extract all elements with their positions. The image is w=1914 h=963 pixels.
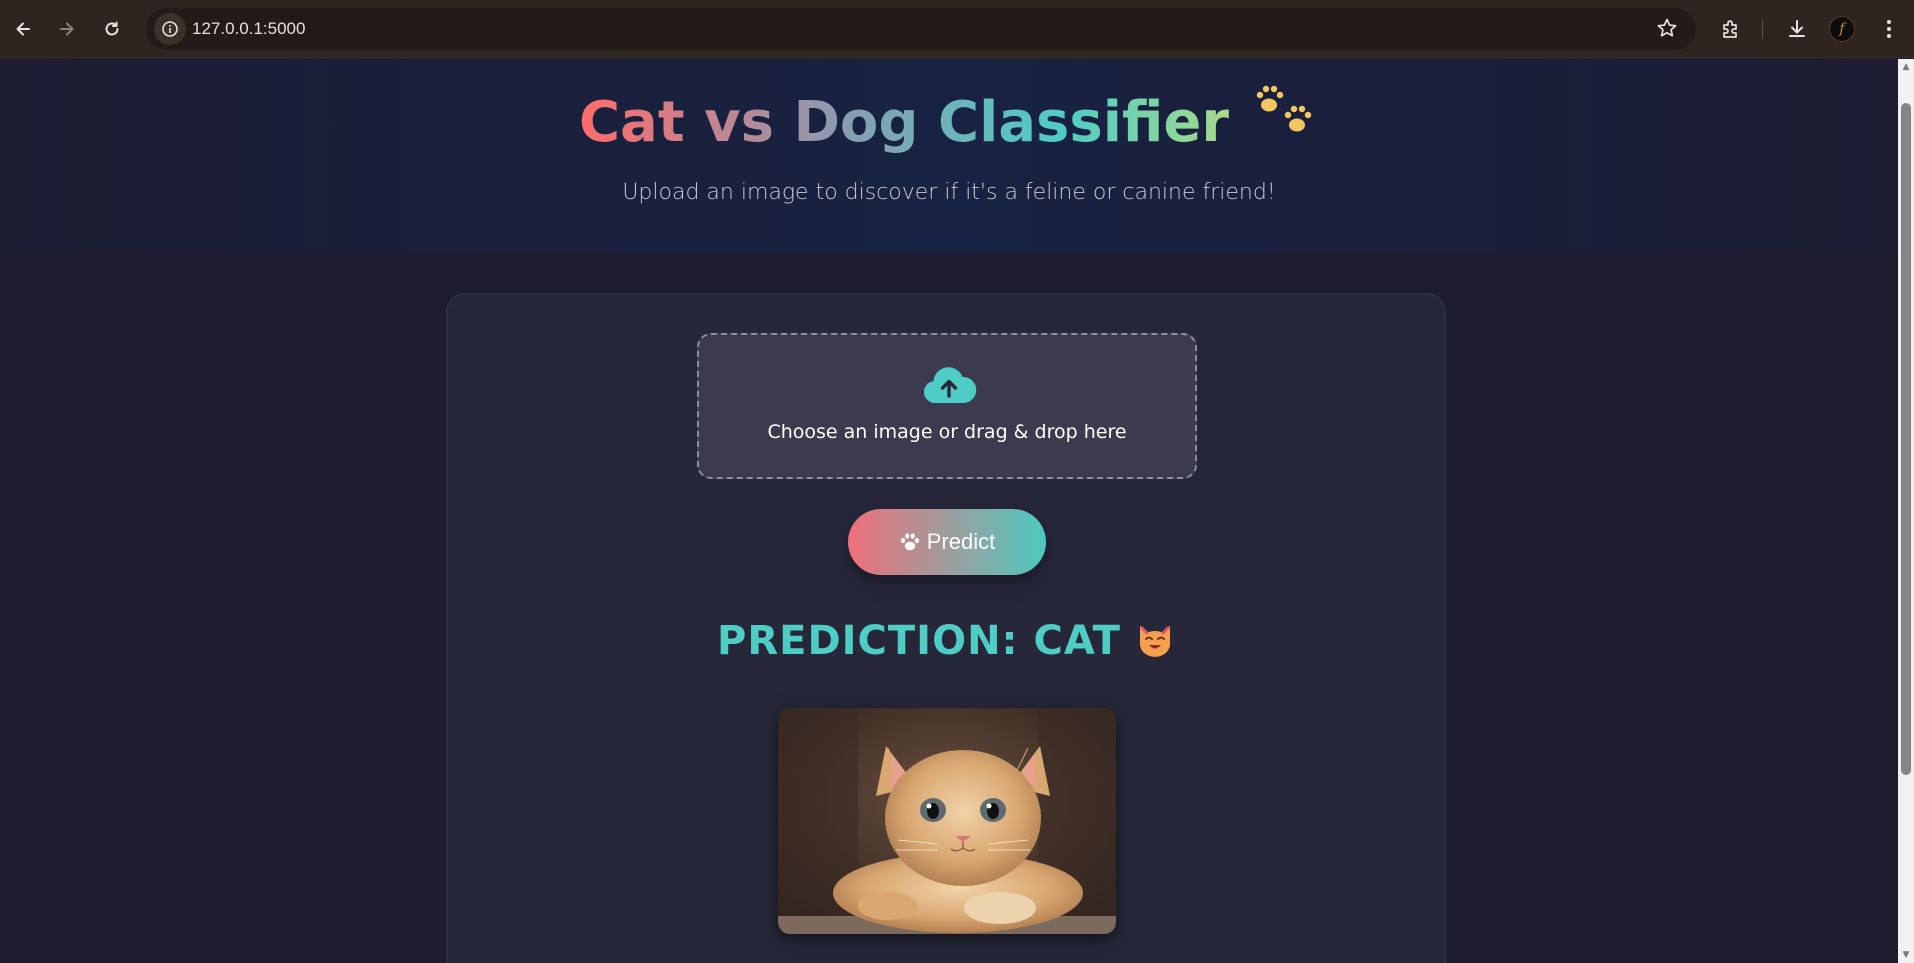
back-button[interactable]	[8, 14, 38, 44]
scroll-down-arrow-icon[interactable]: ▼	[1901, 950, 1911, 960]
scrollbar-thumb[interactable]	[1901, 103, 1911, 775]
scroll-up-arrow-icon[interactable]: ▲	[1901, 62, 1911, 72]
browser-menu-button[interactable]	[1874, 14, 1904, 44]
image-dropzone[interactable]: Choose an image or drag & drop here	[697, 333, 1197, 479]
downloads-button[interactable]	[1782, 14, 1812, 44]
browser-toolbar: 127.0.0.1:5000 f	[0, 0, 1914, 58]
paw-icon	[1255, 83, 1319, 153]
page-subtitle: Upload an image to discover if it's a fe…	[622, 180, 1276, 205]
paw-prints-icon	[1256, 85, 1312, 132]
page-title-text: Cat vs Dog Classifier	[578, 90, 1230, 155]
predict-button[interactable]: Predict	[848, 509, 1046, 575]
smiling-cat-icon	[1139, 626, 1170, 657]
cat-face-icon	[1135, 618, 1175, 668]
dropzone-label: Choose an image or drag & drop here	[767, 421, 1127, 443]
paw-icon	[900, 533, 919, 551]
cloud-upload-icon	[923, 367, 977, 404]
kitten-photo	[778, 708, 1116, 934]
url-text[interactable]: 127.0.0.1:5000	[192, 19, 305, 39]
reload-button[interactable]	[97, 14, 127, 44]
prediction-text: PREDICTION: CAT	[717, 618, 1121, 664]
star-icon	[1657, 18, 1677, 37]
page-viewport: Cat vs Dog Classifier Upload an image to…	[0, 59, 1898, 963]
page-header: Cat vs Dog Classifier Upload an image to…	[0, 59, 1898, 253]
more-vertical-icon	[1887, 20, 1891, 38]
prediction-result: PREDICTION: CAT	[447, 618, 1445, 668]
extensions-button[interactable]	[1716, 14, 1746, 44]
profile-avatar[interactable]: f	[1829, 16, 1855, 42]
page-title: Cat vs Dog Classifier	[0, 83, 1898, 155]
info-icon	[162, 21, 178, 37]
page-scrollbar[interactable]: ▲ ▼	[1898, 59, 1914, 963]
bookmark-star-button[interactable]	[1656, 17, 1678, 43]
toolbar-divider	[1762, 19, 1763, 39]
download-icon	[1789, 20, 1805, 37]
address-bar[interactable]: 127.0.0.1:5000	[146, 8, 1696, 50]
profile-avatar-glyph: f	[1839, 21, 1845, 37]
reload-icon	[105, 21, 119, 36]
uploaded-cat-image	[778, 708, 1116, 934]
puzzle-icon	[1723, 20, 1737, 38]
forward-button[interactable]	[52, 14, 82, 44]
arrow-right-icon	[60, 22, 74, 36]
predict-button-label: Predict	[926, 529, 996, 554]
arrow-left-icon	[16, 22, 30, 36]
classifier-card: Choose an image or drag & drop here Pred…	[446, 293, 1446, 963]
site-info-button[interactable]	[154, 13, 186, 45]
